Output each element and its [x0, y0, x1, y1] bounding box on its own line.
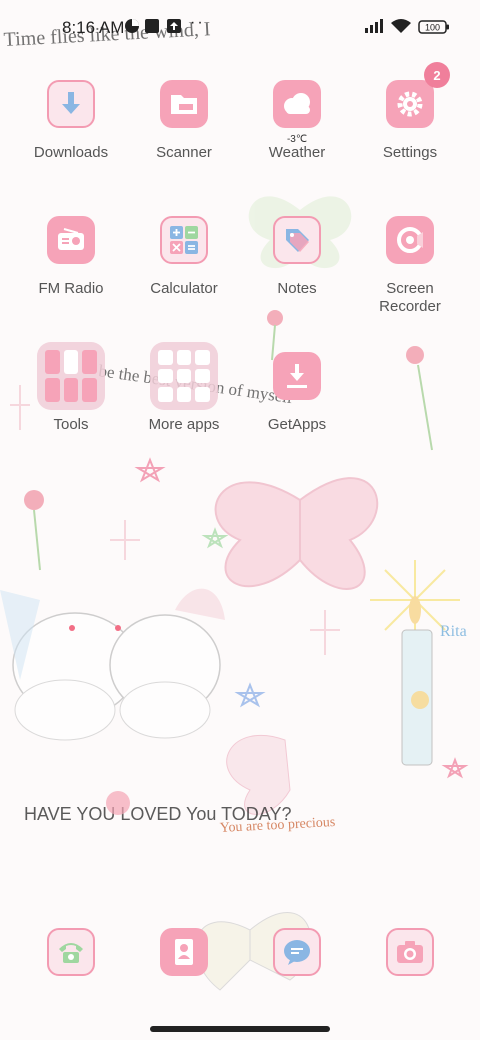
battery-icon: 100 — [418, 20, 450, 36]
butterfly-decoration — [214, 477, 379, 590]
bunnies-decoration — [0, 588, 225, 741]
notification-app-icon — [124, 18, 140, 34]
app-calculator[interactable]: Calculator — [129, 216, 239, 298]
app-scanner[interactable]: Scanner — [129, 80, 239, 162]
home-indicator[interactable] — [150, 1026, 330, 1032]
folder-tools[interactable]: Tools — [16, 342, 126, 434]
app-label: More apps — [148, 416, 220, 433]
wifi-icon — [390, 18, 412, 34]
candle-decoration — [370, 560, 460, 766]
weather-temperature: -3℃ — [286, 134, 308, 145]
dock-contacts[interactable] — [129, 928, 239, 976]
app-fm-radio[interactable]: FM Radio — [16, 216, 126, 298]
app-label: Settings — [382, 144, 438, 161]
app-screen-recorder[interactable]: Screen Recorder — [355, 216, 465, 316]
app-label: FM Radio — [38, 280, 104, 297]
dock-phone[interactable] — [16, 928, 126, 976]
app-label: Calculator — [150, 280, 218, 297]
radio-icon — [47, 216, 95, 264]
more-notifications-icon: ·· — [190, 14, 205, 31]
clock: 8:16 AM — [62, 18, 125, 37]
calculator-icon — [160, 216, 208, 264]
app-label: Screen Recorder — [379, 280, 441, 315]
battery-level: 100 — [425, 23, 440, 33]
app-label: GetApps — [267, 416, 327, 433]
notification-upload-icon — [166, 18, 182, 34]
cloud-icon: -3℃ — [273, 80, 321, 145]
wallpaper-text-5: Rita — [440, 623, 467, 640]
dock-messages[interactable] — [242, 928, 352, 976]
notification-square-icon — [144, 18, 160, 34]
app-label: Scanner — [156, 144, 212, 161]
messages-icon — [273, 928, 321, 976]
folder-more-apps[interactable]: More apps — [129, 342, 239, 434]
record-icon — [386, 216, 434, 264]
status-bar: 8:16 AM ·· 100 — [0, 0, 480, 56]
phone-icon — [47, 928, 95, 976]
folder-icon — [37, 342, 105, 410]
scanner-icon — [160, 80, 208, 128]
camera-icon — [386, 928, 434, 976]
app-label: Downloads — [33, 144, 109, 161]
app-downloads[interactable]: Downloads — [16, 80, 126, 162]
notification-badge: 2 — [424, 62, 450, 88]
contacts-icon — [160, 928, 208, 976]
app-notes[interactable]: Notes — [242, 216, 352, 298]
app-label: Weather — [268, 144, 326, 161]
download-icon — [47, 80, 95, 128]
app-label: Notes — [277, 280, 317, 297]
getapps-download-icon — [273, 352, 321, 400]
folder-icon — [150, 342, 218, 410]
app-weather[interactable]: -3℃ Weather — [242, 80, 352, 162]
dock-camera[interactable] — [355, 928, 465, 976]
app-getapps[interactable]: GetApps — [242, 352, 352, 434]
app-label: Tools — [53, 416, 89, 433]
notes-tag-icon — [273, 216, 321, 264]
gear-icon: 2 — [386, 62, 450, 128]
app-settings[interactable]: 2 Settings — [355, 62, 465, 162]
signal-icon — [364, 18, 384, 34]
